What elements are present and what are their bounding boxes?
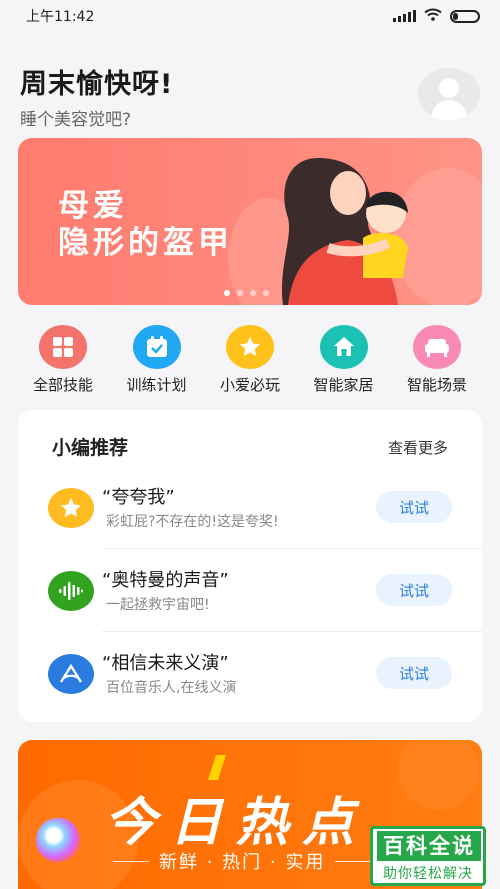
status-bar: 上午11:42 xyxy=(0,0,500,32)
decor-line xyxy=(113,860,149,862)
wifi-icon xyxy=(424,8,442,25)
hot-title: 今日热点 xyxy=(104,793,369,853)
quick-actions: 全部技能 训练计划 小爱必玩 智能家居 智能场景 xyxy=(18,325,482,395)
home-icon xyxy=(319,325,368,369)
carousel-dot[interactable] xyxy=(237,290,243,296)
promo-banner[interactable]: 母爱 隐形的盔甲 xyxy=(18,138,482,305)
quick-action-label: 智能场景 xyxy=(406,376,467,394)
status-icons xyxy=(393,8,480,25)
try-button[interactable]: 试试 xyxy=(376,574,452,606)
watermark-line-1: 百科全说 xyxy=(377,831,481,861)
quick-action-label: 全部技能 xyxy=(32,376,93,394)
recommend-item-subtitle: 一起拯救宇宙吧! xyxy=(106,597,210,613)
carousel-dots xyxy=(224,290,269,296)
try-button[interactable]: 试试 xyxy=(376,657,452,689)
quick-action-training-plan[interactable]: 训练计划 xyxy=(112,325,202,395)
carousel-dot[interactable] xyxy=(263,290,269,296)
greeting: 周末愉快呀! 睡个美容觉吧? xyxy=(20,62,173,130)
greeting-title: 周末愉快呀! xyxy=(20,69,174,100)
sofa-icon xyxy=(413,325,461,369)
logo-icon xyxy=(48,654,94,694)
recommend-item[interactable]: “夸夸我” 彩虹屁?不存在的!这是夸奖! 试试 xyxy=(18,467,482,549)
divider xyxy=(102,631,482,632)
recommend-item-title: “奥特曼的声音” xyxy=(102,570,229,591)
recommend-item-title: “相信未来义演” xyxy=(102,653,229,674)
banner-line-1: 母爱 xyxy=(58,188,128,224)
watermark-logo: 百科全说 助你轻松解决 xyxy=(370,826,486,886)
quick-action-smart-home[interactable]: 智能家居 xyxy=(299,325,389,395)
quick-action-smart-scene[interactable]: 智能场景 xyxy=(392,325,482,395)
star-icon xyxy=(48,488,94,528)
recommend-card: 小编推荐 查看更多 “夸夸我” 彩虹屁?不存在的!这是夸奖! 试试 “奥特曼的声… xyxy=(18,410,482,722)
soundwave-icon xyxy=(48,571,94,611)
greeting-subtitle: 睡个美容觉吧? xyxy=(20,110,132,130)
signal-icon xyxy=(393,10,416,22)
grid-icon xyxy=(39,325,87,369)
calendar-icon xyxy=(132,325,181,369)
avatar[interactable] xyxy=(418,68,480,120)
carousel-dot[interactable] xyxy=(250,290,256,296)
quick-action-must-play[interactable]: 小爱必玩 xyxy=(205,325,295,395)
battery-icon xyxy=(450,9,480,23)
divider xyxy=(102,548,482,549)
quick-action-label: 智能家居 xyxy=(313,376,374,394)
star-icon xyxy=(226,325,274,369)
assistant-orb-icon[interactable] xyxy=(36,818,80,862)
quick-action-label: 小爱必玩 xyxy=(219,376,280,394)
banner-title: 母爱 隐形的盔甲 xyxy=(58,188,233,262)
view-more-link[interactable]: 查看更多 xyxy=(388,437,448,458)
recommend-item-subtitle: 百位音乐人,在线义演 xyxy=(106,680,237,696)
hot-subtitle: 新鲜 · 热门 · 实用 xyxy=(159,852,326,873)
watermark-line-2: 助你轻松解决 xyxy=(383,866,473,882)
try-button[interactable]: 试试 xyxy=(376,491,452,523)
banner-line-2: 隐形的盔甲 xyxy=(58,225,233,261)
hot-subtitle-row: 新鲜 · 热门 · 实用 xyxy=(113,848,372,874)
recommend-item[interactable]: “奥特曼的声音” 一起拯救宇宙吧! 试试 xyxy=(18,550,482,632)
recommend-title: 小编推荐 xyxy=(52,437,129,459)
status-time: 上午11:42 xyxy=(26,9,95,25)
quick-action-all-skills[interactable]: 全部技能 xyxy=(18,325,108,395)
carousel-dot[interactable] xyxy=(224,290,230,296)
recommend-item-title: “夸夸我” xyxy=(102,487,175,508)
recommend-item-subtitle: 彩虹屁?不存在的!这是夸奖! xyxy=(106,514,279,530)
recommend-item[interactable]: “相信未来义演” 百位音乐人,在线义演 试试 xyxy=(18,633,482,715)
quick-action-label: 训练计划 xyxy=(126,376,187,394)
decor-line xyxy=(335,860,372,862)
